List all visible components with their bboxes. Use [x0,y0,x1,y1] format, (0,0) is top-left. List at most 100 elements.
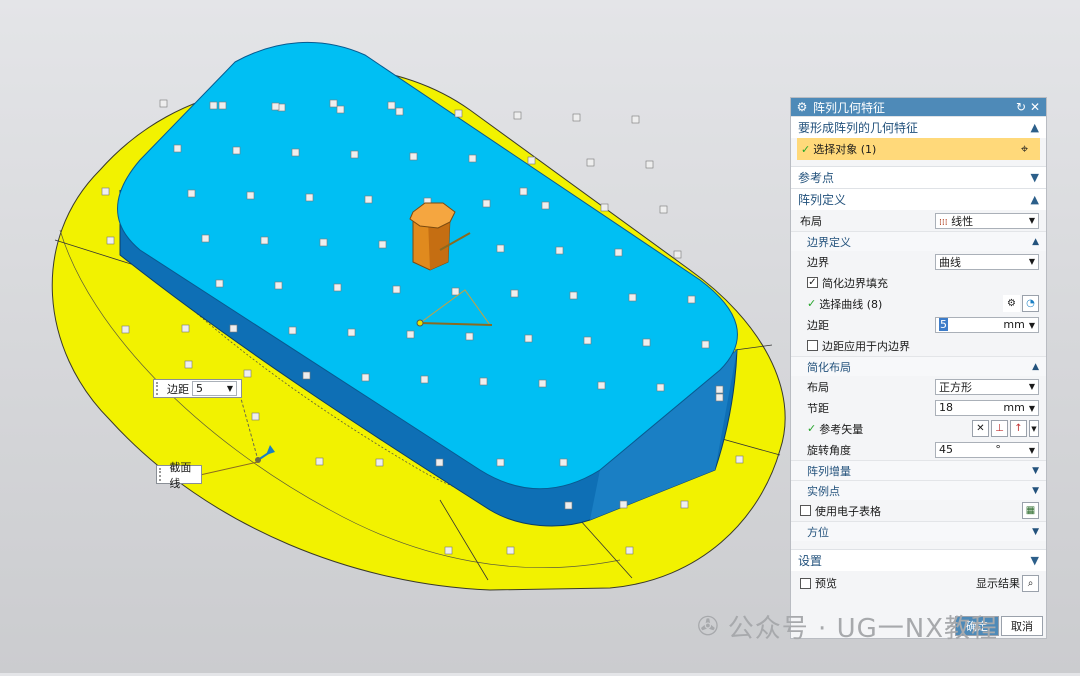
cancel-button[interactable]: 取消 [1001,616,1043,636]
instance-marker [229,324,238,333]
instance-marker [645,160,654,169]
instance-marker [215,279,224,288]
instance-marker [406,330,415,339]
apply-inner-row[interactable]: 边距应用于内边界 [791,335,1046,356]
instance-marker [375,458,384,467]
instance-marker [271,102,280,111]
instance-marker [510,289,519,298]
instance-marker [555,246,564,255]
octagon-boss-feature[interactable] [409,202,456,271]
instance-marker [209,101,218,110]
chevron-down-icon: ▼ [1030,171,1039,184]
magnifier-icon[interactable]: ⌕ [1022,574,1039,592]
instance-marker [541,201,550,210]
section-reference-point[interactable]: 参考点 ▼ [791,166,1046,188]
margin-dim-input[interactable]: 5 ▼ [192,381,237,396]
instance-marker [628,293,637,302]
instance-marker [538,379,547,388]
instance-marker [319,238,328,247]
instance-marker [218,101,227,110]
vector-dialog-icon[interactable]: ⊥ [991,420,1008,437]
instance-marker [291,148,300,157]
instance-marker [451,287,460,296]
margin-row: 边距 5 mm ▼ [791,314,1046,335]
instance-marker [350,150,359,159]
instance-marker [569,291,578,300]
instance-marker [243,369,252,378]
instance-marker [232,146,241,155]
instance-marker [173,144,182,153]
subsection-array-increment[interactable]: 阵列增量 ▼ [791,460,1046,480]
spreadsheet-checkbox[interactable] [800,505,811,516]
instance-marker [409,152,418,161]
pitch-row: 节距 18 mm ▼ [791,397,1046,418]
close-icon[interactable]: ✕ [1028,100,1042,114]
reset-icon[interactable]: ↻ [1014,100,1028,114]
wechat-icon: ✇ [697,611,720,642]
simplify-fill-row[interactable]: ✓ 简化边界填充 [791,272,1046,293]
watermark: ✇ 公众号 · UG一NX教程 [697,611,999,645]
apply-inner-checkbox[interactable] [807,340,818,351]
ref-vector-row[interactable]: ✓ 参考矢量 ✕ ⊥ ↑ ▼ [791,418,1046,439]
chevron-down-icon[interactable]: ▼ [1029,420,1039,437]
rotation-input[interactable]: 45 ° ▼ [935,441,1039,458]
instance-marker [468,154,477,163]
spreadsheet-icon[interactable]: ▦ [1022,502,1039,519]
instance-marker [687,295,696,304]
section-line-label[interactable]: 截面线 [156,461,202,490]
spreadsheet-row[interactable]: 使用电子表格 ▦ [791,500,1046,521]
rotation-row: 旋转角度 45 ° ▼ [791,439,1046,460]
drag-grip[interactable] [159,468,164,481]
gear-icon: ⚙ [796,100,808,114]
subsection-boundary[interactable]: 边界定义 ▲ [791,231,1046,251]
instance-marker [435,458,444,467]
section-array-definition[interactable]: 阵列定义 ▲ [791,188,1046,210]
simplify-fill-checkbox[interactable]: ✓ [807,277,818,288]
crosshair-icon[interactable]: ⌖ [1016,140,1033,158]
instance-marker [329,99,338,108]
reverse-direction-icon[interactable]: ✕ [972,420,989,437]
margin-dim-label[interactable]: 边距 5 ▼ [153,379,242,398]
select-curve-icon[interactable]: ◔ [1022,295,1039,312]
boundary-select[interactable]: 曲线 ▼ [935,253,1039,270]
chevron-up-icon: ▲ [1030,193,1039,206]
chevron-down-icon: ▼ [1030,554,1039,567]
dialog-title-bar[interactable]: ⚙ 阵列几何特征 ↻ ✕ [791,98,1046,116]
curve-rule-icon[interactable]: ⚙ [1003,295,1020,312]
section-settings[interactable]: 设置 ▼ [791,549,1046,571]
select-curve-row[interactable]: ✓ 选择曲线 (8) ⚙ ◔ [791,293,1046,314]
instance-marker [159,99,168,108]
instance-marker [597,381,606,390]
vector-options-icon[interactable]: ↑ [1010,420,1027,437]
dialog-title: 阵列几何特征 [813,100,886,115]
preview-checkbox[interactable] [800,577,811,589]
chevron-down-icon: ▼ [1032,465,1039,476]
select-object-row[interactable]: ✓ 选择对象 (1) ⌖ [797,138,1040,160]
layout-row: 布局 ⁞⁞⁞ 线性 ▼ [791,210,1046,231]
check-icon: ✓ [801,142,811,156]
instance-marker [181,324,190,333]
chevron-up-icon: ▲ [1032,361,1039,372]
section-features[interactable]: 要形成阵列的几何特征 ▲ [791,116,1046,138]
margin-input[interactable]: 5 mm ▼ [935,316,1039,333]
instance-marker [260,236,269,245]
instance-marker [187,189,196,198]
instance-marker [201,234,210,243]
show-result-label[interactable]: 显示结果 [976,575,1020,591]
instance-marker [315,457,324,466]
instance-marker [387,101,396,110]
subsection-instance-point[interactable]: 实例点 ▼ [791,480,1046,500]
instance-marker [392,285,401,294]
subsection-simple-layout[interactable]: 简化布局 ▲ [791,356,1046,376]
drag-grip[interactable] [156,382,162,395]
instance-marker [420,375,429,384]
pitch-input[interactable]: 18 mm ▼ [935,399,1039,416]
instance-marker [364,195,373,204]
simple-layout-select[interactable]: 正方形 ▼ [935,378,1039,395]
subsection-orientation[interactable]: 方位 ▼ [791,521,1046,541]
grid-icon: ⁞⁞⁞ [939,217,948,228]
layout-select[interactable]: ⁞⁞⁞ 线性 ▼ [935,212,1039,229]
chevron-up-icon: ▲ [1030,121,1039,134]
instance-marker [465,332,474,341]
margin-dim-label-text: 边距 [167,382,189,396]
